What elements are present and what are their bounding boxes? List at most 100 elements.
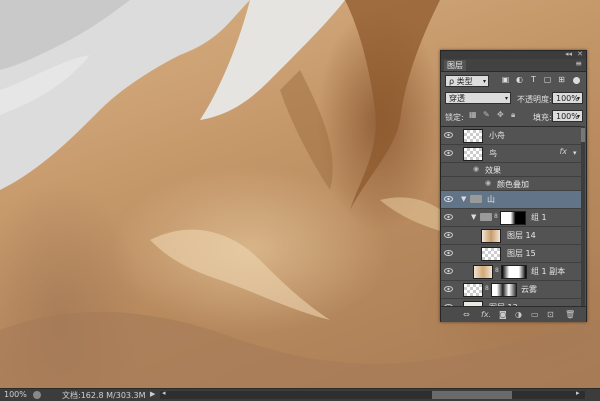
scroll-left-icon[interactable]: ◂ <box>162 389 166 397</box>
fill-value: 100% <box>556 112 579 121</box>
layer-row[interactable]: 鸟 fx ▾ <box>441 145 581 163</box>
add-mask-icon[interactable]: ◙ <box>499 310 507 319</box>
layer-name: 图层 14 <box>507 231 536 240</box>
layer-row[interactable]: 图层 14 <box>441 227 581 245</box>
link-chain-icon[interactable]: 8 <box>495 267 499 274</box>
effect-eye-icon[interactable]: ◉ <box>485 179 491 187</box>
lock-transparency-icon[interactable]: ▦ <box>469 110 477 119</box>
visibility-eye-icon[interactable] <box>444 150 453 156</box>
blend-mode-label: 穿透 <box>449 94 465 103</box>
visibility-eye-icon[interactable] <box>444 268 453 274</box>
layer-name: 云雾 <box>521 285 537 294</box>
layer-thumbnail <box>481 247 501 261</box>
chevron-down-icon: ▾ <box>504 95 508 102</box>
visibility-eye-icon[interactable] <box>444 250 453 256</box>
panel-menu-icon[interactable]: ≡ <box>575 59 582 68</box>
visibility-eye-icon[interactable] <box>444 214 453 220</box>
lock-row: 锁定: ▦ ✎ ✥ 🔒︎ 填充: 100% ▾ <box>441 108 586 126</box>
layer-row[interactable]: 小舟 <box>441 127 581 145</box>
effects-label: 效果 <box>485 166 501 175</box>
add-style-icon[interactable]: fx. <box>481 310 491 319</box>
layer-mask-thumbnail[interactable] <box>500 211 526 225</box>
chevron-down-icon: ▾ <box>482 78 486 85</box>
link-layers-icon[interactable]: ⇔ <box>463 310 470 319</box>
opacity-label: 不透明度: <box>517 95 552 104</box>
status-menu-arrow-icon[interactable]: ▶ <box>150 390 155 398</box>
layers-panel: ◂◂ ✕ 图层 ≡ ρ 类型 ▾ ▣ ◐ T ▢ ⊞ 穿透 ▾ 不透明度: 100%… <box>440 50 587 322</box>
layer-mask-thumbnail[interactable] <box>491 283 517 297</box>
filter-row: ρ 类型 ▾ ▣ ◐ T ▢ ⊞ <box>441 72 586 90</box>
panel-tab-row: 图层 ≡ <box>441 59 586 72</box>
layer-thumbnail <box>463 283 483 297</box>
layer-name: 山 <box>487 195 495 204</box>
layer-thumbnail <box>463 147 483 161</box>
expand-triangle-icon[interactable]: ▼ <box>471 213 476 221</box>
effects-row[interactable]: ◉ 效果 <box>441 163 581 177</box>
layer-name: 鸟 <box>489 149 497 158</box>
close-icon[interactable]: ✕ <box>577 50 583 58</box>
blend-row: 穿透 ▾ 不透明度: 100% ▾ <box>441 90 586 108</box>
horizontal-scroll-thumb[interactable] <box>432 391 512 399</box>
horizontal-scrollbar[interactable] <box>160 391 585 399</box>
lock-position-icon[interactable]: ✥ <box>497 110 504 119</box>
layer-mask-thumbnail[interactable] <box>501 265 527 279</box>
layer-name: 组 1 副本 <box>531 267 566 276</box>
adjustment-filter-icon[interactable]: ◐ <box>515 75 524 84</box>
smart-object-filter-icon[interactable]: ⊞ <box>557 75 566 84</box>
filter-kind-select[interactable]: ρ 类型 ▾ <box>445 75 489 87</box>
new-group-icon[interactable]: ▭ <box>531 310 539 319</box>
visibility-eye-icon[interactable] <box>444 286 453 292</box>
shape-filter-icon[interactable]: ▢ <box>543 75 552 84</box>
panel-scrollbar[interactable] <box>581 126 585 306</box>
visibility-eye-icon[interactable] <box>444 132 453 138</box>
layer-name: 组 1 <box>531 213 547 222</box>
chevron-down-icon: ▾ <box>576 113 580 120</box>
scroll-right-icon[interactable]: ▸ <box>576 389 580 397</box>
layer-thumbnail <box>481 229 501 243</box>
tab-layers[interactable]: 图层 <box>444 60 466 71</box>
expand-effects-icon[interactable]: ▾ <box>573 149 577 157</box>
effects-eye-icon[interactable]: ◉ <box>473 165 479 173</box>
lock-image-icon[interactable]: ✎ <box>483 110 490 119</box>
link-chain-icon[interactable]: 8 <box>485 285 489 292</box>
zoom-icon[interactable] <box>33 391 41 399</box>
panel-titlebar[interactable]: ◂◂ ✕ <box>441 50 586 59</box>
effects-badge[interactable]: fx <box>559 147 567 156</box>
visibility-eye-icon[interactable] <box>444 196 453 202</box>
blend-mode-select[interactable]: 穿透 ▾ <box>445 92 511 104</box>
expand-triangle-icon[interactable]: ▼ <box>461 195 466 203</box>
visibility-eye-icon[interactable] <box>444 232 453 238</box>
folder-icon <box>480 213 492 221</box>
filter-kind-label: ρ 类型 <box>449 77 473 86</box>
filter-toggle-icon[interactable] <box>573 77 580 84</box>
type-filter-icon[interactable]: T <box>529 75 538 84</box>
new-adjustment-icon[interactable]: ◑ <box>515 310 522 319</box>
document-info: 文档:162.8 M/303.3M <box>62 391 146 400</box>
new-layer-icon[interactable]: ⊡ <box>547 310 554 319</box>
folder-icon <box>470 195 482 203</box>
collapse-icon[interactable]: ◂◂ <box>565 50 572 58</box>
opacity-field[interactable]: 100% ▾ <box>552 92 583 104</box>
layer-thumbnail <box>473 265 493 279</box>
chevron-down-icon: ▾ <box>576 95 580 102</box>
layers-list: 小舟 鸟 fx ▾ ◉ 效果 ◉ 颜色叠加 ▼ 山 ▼ 8 组 1 图层 14 … <box>441 126 581 317</box>
lock-all-icon[interactable]: 🔒︎ <box>511 110 515 120</box>
link-chain-icon[interactable]: 8 <box>494 213 498 220</box>
layer-group-row[interactable]: ▼ 8 组 1 <box>441 209 581 227</box>
fill-label: 填充: <box>533 113 552 122</box>
pixel-filter-icon[interactable]: ▣ <box>501 75 510 84</box>
layer-name: 图层 15 <box>507 249 536 258</box>
zoom-level[interactable]: 100% <box>4 390 27 399</box>
effect-item-row[interactable]: ◉ 颜色叠加 <box>441 177 581 191</box>
panel-bottom-bar: ⇔ fx. ◙ ◑ ▭ ⊡ 🗑︎ <box>441 306 586 322</box>
delete-layer-icon[interactable]: 🗑︎ <box>565 310 575 319</box>
layer-row[interactable]: 8 云雾 <box>441 281 581 299</box>
status-bar: 100% 文档:162.8 M/303.3M ▶ ◂ ▸ <box>0 388 600 401</box>
effect-name: 颜色叠加 <box>497 180 529 189</box>
layer-group-row[interactable]: ▼ 山 <box>441 191 581 209</box>
lock-label: 锁定: <box>445 113 464 122</box>
layer-row[interactable]: 8 组 1 副本 <box>441 263 581 281</box>
fill-field[interactable]: 100% ▾ <box>552 110 583 122</box>
layer-row[interactable]: 图层 15 <box>441 245 581 263</box>
panel-scroll-thumb[interactable] <box>581 128 585 142</box>
